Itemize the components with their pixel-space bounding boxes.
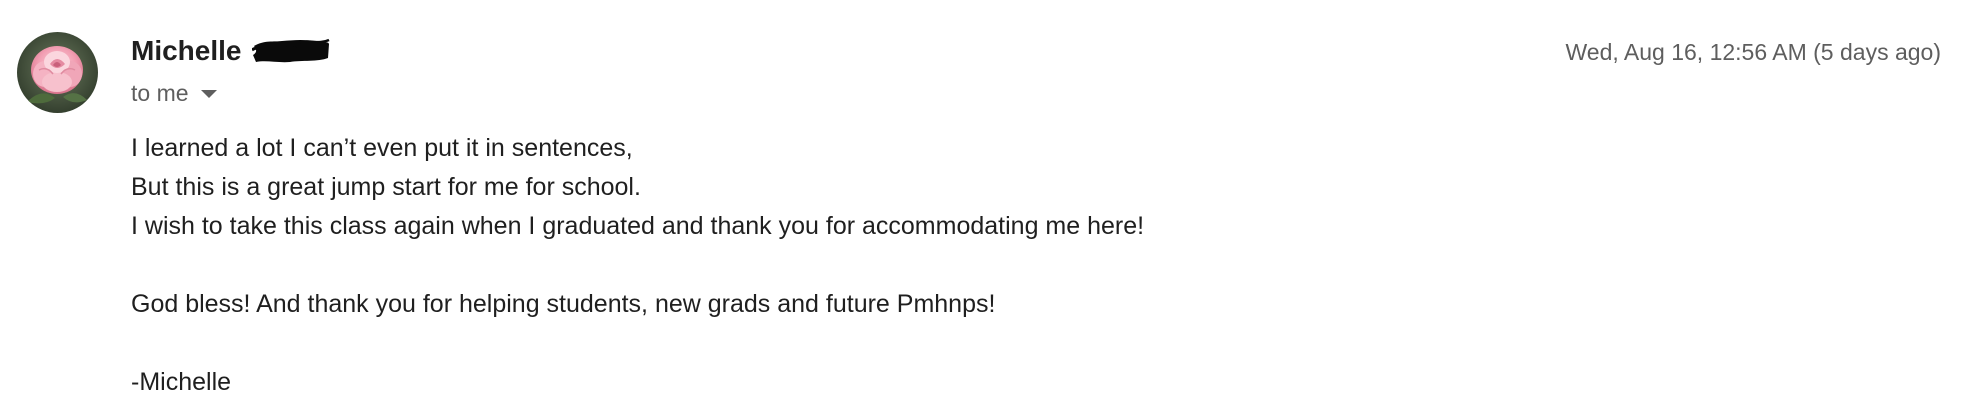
body-line: I wish to take this class again when I g… [131, 212, 1145, 240]
message-timestamp: Wed, Aug 16, 12:56 AM (5 days ago) [1565, 39, 1941, 65]
sender-name[interactable]: Michelle [131, 34, 241, 68]
redaction-scribble [252, 38, 330, 63]
recipients-dropdown[interactable]: to me [131, 78, 217, 108]
rose-avatar-image [17, 32, 98, 113]
body-line: But this is a great jump start for me fo… [131, 173, 641, 201]
email-message: Michelle to me Wed, Aug 16, 12:56 AM (5 … [0, 0, 1974, 414]
body-line [131, 324, 1144, 363]
recipients-label: to me [131, 80, 189, 106]
body-line [131, 246, 1144, 285]
body-line: I learned a lot I can’t even put it in s… [131, 134, 633, 162]
caret-down-icon[interactable] [200, 90, 217, 98]
message-body: I learned a lot I can’t even put it in s… [131, 129, 1144, 402]
body-line: -Michelle [131, 368, 232, 396]
body-line: God bless! And thank you for helping stu… [131, 290, 996, 318]
sender-avatar[interactable] [17, 32, 98, 113]
